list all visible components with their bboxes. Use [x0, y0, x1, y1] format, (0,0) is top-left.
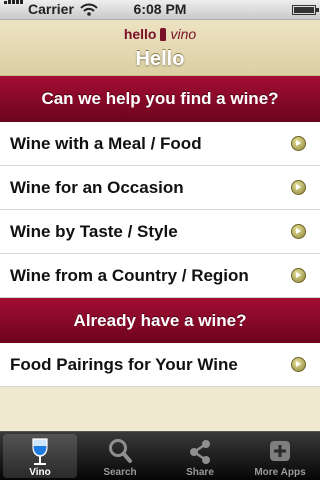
page-title: Hello — [135, 48, 185, 70]
disclosure-arrow-icon[interactable] — [291, 136, 306, 151]
tab-more-apps[interactable]: More Apps — [243, 434, 317, 478]
disclosure-arrow-icon[interactable] — [291, 180, 306, 195]
tab-label: Search — [103, 467, 137, 478]
wine-bottle-icon — [160, 28, 167, 41]
logo-vino-text: vino — [170, 26, 197, 42]
hello-vino-logo: hello vino — [0, 26, 320, 42]
empty-background — [0, 387, 320, 431]
disclosure-arrow-icon[interactable] — [291, 268, 306, 283]
list-item-label: Food Pairings for Your Wine — [10, 355, 238, 374]
navigation-header: hello vino Hello — [0, 20, 320, 76]
tab-label: Vino — [29, 467, 51, 478]
list-item-wine-from-country[interactable]: Wine from a Country / Region — [0, 254, 320, 298]
magnifier-icon — [109, 439, 132, 463]
tab-vino[interactable]: Vino — [3, 434, 77, 478]
section-header-have-wine: Already have a wine? — [0, 298, 320, 344]
list-item-label: Wine with a Meal / Food — [10, 134, 202, 153]
wine-glass-icon — [32, 438, 48, 465]
share-icon — [190, 440, 210, 464]
disclosure-arrow-icon[interactable] — [291, 224, 306, 239]
more-apps-icon — [270, 441, 290, 461]
tab-bar: Vino Search Share More Apps — [0, 431, 320, 480]
list-item-label: Wine from a Country / Region — [10, 266, 249, 285]
tab-label: Share — [186, 467, 214, 478]
tab-share[interactable]: Share — [163, 434, 237, 478]
list-item-food-pairings[interactable]: Food Pairings for Your Wine — [0, 343, 320, 387]
clock: 6:08 PM — [133, 1, 187, 17]
list-item-wine-for-occasion[interactable]: Wine for an Occasion — [0, 166, 320, 210]
logo-hello-text: hello — [123, 26, 157, 42]
list-item-wine-with-meal[interactable]: Wine with a Meal / Food — [0, 122, 320, 166]
list-item-label: Wine by Taste / Style — [10, 222, 178, 241]
disclosure-arrow-icon[interactable] — [291, 357, 306, 372]
status-bar: Carrier 6:08 PM — [0, 0, 320, 20]
tab-search[interactable]: Search — [83, 434, 157, 478]
list-item-wine-by-taste[interactable]: Wine by Taste / Style — [0, 210, 320, 254]
tab-label: More Apps — [254, 467, 306, 478]
list-item-label: Wine for an Occasion — [10, 178, 184, 197]
section-header-find-wine: Can we help you find a wine? — [0, 76, 320, 122]
battery-icon — [292, 5, 319, 15]
